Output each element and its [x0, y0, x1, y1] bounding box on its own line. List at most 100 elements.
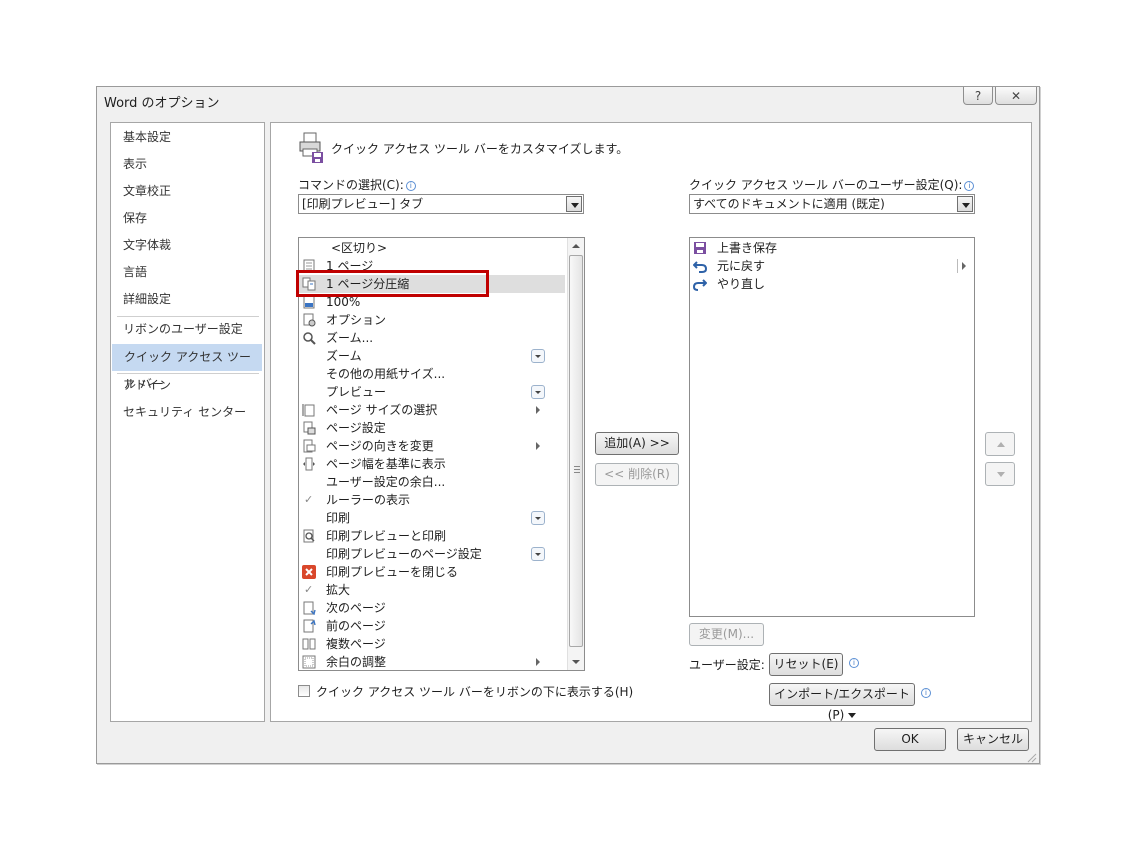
dropdown-icon[interactable]	[531, 349, 545, 363]
submenu-arrow-icon	[962, 262, 966, 270]
list-item[interactable]: ページ幅を基準に表示	[299, 455, 565, 473]
info-icon: i	[921, 688, 931, 698]
list-item[interactable]: プレビュー	[299, 383, 565, 401]
list-item[interactable]: その他の用紙サイズ...	[299, 365, 565, 383]
commands-label: コマンドの選択(C): i	[298, 176, 416, 193]
nav-item-ribbon[interactable]: リボンのユーザー設定	[111, 316, 264, 343]
next-page-icon	[303, 601, 316, 615]
list-item[interactable]: ズーム...	[299, 329, 565, 347]
scroll-down-icon[interactable]	[572, 660, 580, 664]
arrow-down-icon	[997, 472, 1005, 477]
dropdown-icon[interactable]	[531, 511, 545, 525]
show-below-ribbon-label: クイック アクセス ツール バーをリボンの下に表示する(H)	[316, 685, 634, 699]
save-icon	[694, 242, 706, 254]
list-item[interactable]: ページ サイズの選択	[299, 401, 565, 419]
zoom-100-icon	[303, 295, 315, 309]
scroll-thumb[interactable]	[569, 255, 583, 647]
nav-item-addins[interactable]: アドイン	[111, 372, 264, 399]
page-size-icon	[302, 404, 315, 417]
nav-item-trust-center[interactable]: セキュリティ センター	[111, 399, 264, 426]
highlight-annotation	[296, 270, 489, 297]
nav-item-basic[interactable]: 基本設定	[111, 124, 264, 151]
commands-scrollbar[interactable]	[567, 238, 584, 670]
reset-button[interactable]: リセット(E)	[769, 653, 843, 688]
nav-item-language[interactable]: 言語	[111, 259, 264, 286]
list-item[interactable]: 元に戻す	[690, 257, 974, 275]
modify-button[interactable]: 変更(M)...	[689, 623, 764, 646]
page-width-icon	[303, 457, 315, 471]
list-item[interactable]: 前のページ	[299, 617, 565, 635]
list-item[interactable]: オプション	[299, 311, 565, 329]
commands-list[interactable]: <区切り> 1 ページ 1 ページ分圧縮 100% オプション ズーム... ズ…	[298, 237, 585, 671]
scroll-up-icon[interactable]	[572, 244, 580, 248]
nav-item-display[interactable]: 表示	[111, 151, 264, 178]
dialog-title: Word のオプション	[104, 96, 220, 111]
info-icon: i	[405, 181, 416, 191]
list-item[interactable]: ズーム	[299, 347, 565, 365]
dropdown-icon[interactable]	[531, 385, 545, 399]
customize-combo[interactable]: すべてのドキュメントに適用 (既定)	[689, 194, 975, 214]
commands-combo-value: [印刷プレビュー] タブ	[302, 197, 424, 211]
chevron-down-icon[interactable]	[957, 196, 973, 212]
nav-item-advanced[interactable]: 詳細設定	[111, 286, 264, 313]
list-item[interactable]: 印刷	[299, 509, 565, 527]
prev-page-icon	[303, 619, 316, 633]
customize-label: クイック アクセス ツール バーのユーザー設定(Q): i	[689, 176, 975, 193]
page-setup-icon	[303, 421, 316, 435]
check-icon: ✓	[304, 493, 314, 506]
remove-button[interactable]: << 削除(R)	[595, 463, 679, 486]
divider	[957, 259, 958, 273]
grip-icon	[574, 466, 580, 473]
dropdown-icon[interactable]	[531, 547, 545, 561]
check-icon: ✓	[304, 583, 314, 596]
commands-combo[interactable]: [印刷プレビュー] タブ	[298, 194, 584, 214]
print-preview-icon	[303, 529, 315, 543]
info-icon: i	[964, 181, 975, 191]
info-icon: i	[849, 658, 859, 668]
redo-icon	[693, 279, 707, 291]
list-item[interactable]: ✓ 拡大	[299, 581, 565, 599]
move-down-button[interactable]	[985, 462, 1015, 486]
list-item[interactable]: ページの向きを変更	[299, 437, 565, 455]
undo-icon	[693, 261, 707, 273]
list-item[interactable]: 上書き保存	[690, 239, 974, 257]
list-item[interactable]: 印刷プレビューを閉じる	[299, 563, 565, 581]
list-item[interactable]: ✓ ルーラーの表示	[299, 491, 565, 509]
submenu-arrow-icon	[536, 406, 540, 414]
show-below-ribbon-checkbox[interactable]	[298, 685, 310, 697]
list-item[interactable]: やり直し	[690, 275, 974, 293]
nav-item-proofing[interactable]: 文章校正	[111, 178, 264, 205]
user-settings-label: ユーザー設定:	[689, 658, 765, 672]
list-item[interactable]: 印刷プレビューと印刷	[299, 527, 565, 545]
help-button[interactable]: ?	[963, 87, 993, 105]
import-export-button[interactable]: インポート/エクスポート(P)	[769, 683, 915, 722]
move-up-button[interactable]	[985, 432, 1015, 456]
chevron-down-icon[interactable]	[566, 196, 582, 212]
ok-button[interactable]: OK	[874, 728, 946, 751]
cancel-button[interactable]: キャンセル	[957, 728, 1029, 751]
section-header: クイック アクセス ツール バーをカスタマイズします。	[331, 142, 629, 156]
options-nav: 基本設定 表示 文章校正 保存 文字体裁 言語 詳細設定 リボンのユーザー設定 …	[110, 122, 265, 722]
submenu-arrow-icon	[536, 658, 540, 666]
options-icon	[303, 313, 316, 327]
nav-item-save[interactable]: 保存	[111, 205, 264, 232]
list-item[interactable]: 印刷プレビューのページ設定	[299, 545, 565, 563]
list-item[interactable]: 複数ページ	[299, 635, 565, 653]
resize-grip-icon[interactable]	[1025, 751, 1037, 763]
main-panel: クイック アクセス ツール バーをカスタマイズします。 コマンドの選択(C): i…	[270, 122, 1032, 722]
margins-icon	[302, 655, 316, 669]
list-item[interactable]: 余白の調整	[299, 653, 565, 670]
close-icon: ✕	[1010, 88, 1022, 103]
nav-item-typography[interactable]: 文字体裁	[111, 232, 264, 259]
add-button[interactable]: 追加(A) >>	[595, 432, 679, 455]
list-item[interactable]: ユーザー設定の余白...	[299, 473, 565, 491]
list-item[interactable]: 次のページ	[299, 599, 565, 617]
list-item[interactable]: ページ設定	[299, 419, 565, 437]
word-options-dialog: Word のオプション ? ✕ 基本設定 表示 文章校正 保存 文字体裁 言語 …	[96, 86, 1040, 764]
quick-access-list[interactable]: 上書き保存 元に戻す やり直し	[689, 237, 975, 617]
multi-page-icon	[302, 638, 316, 650]
list-item[interactable]: <区切り>	[299, 239, 565, 257]
magnifier-icon	[303, 332, 316, 345]
nav-item-quick-access[interactable]: クイック アクセス ツール バー	[112, 344, 262, 391]
close-button[interactable]: ✕	[995, 87, 1037, 105]
